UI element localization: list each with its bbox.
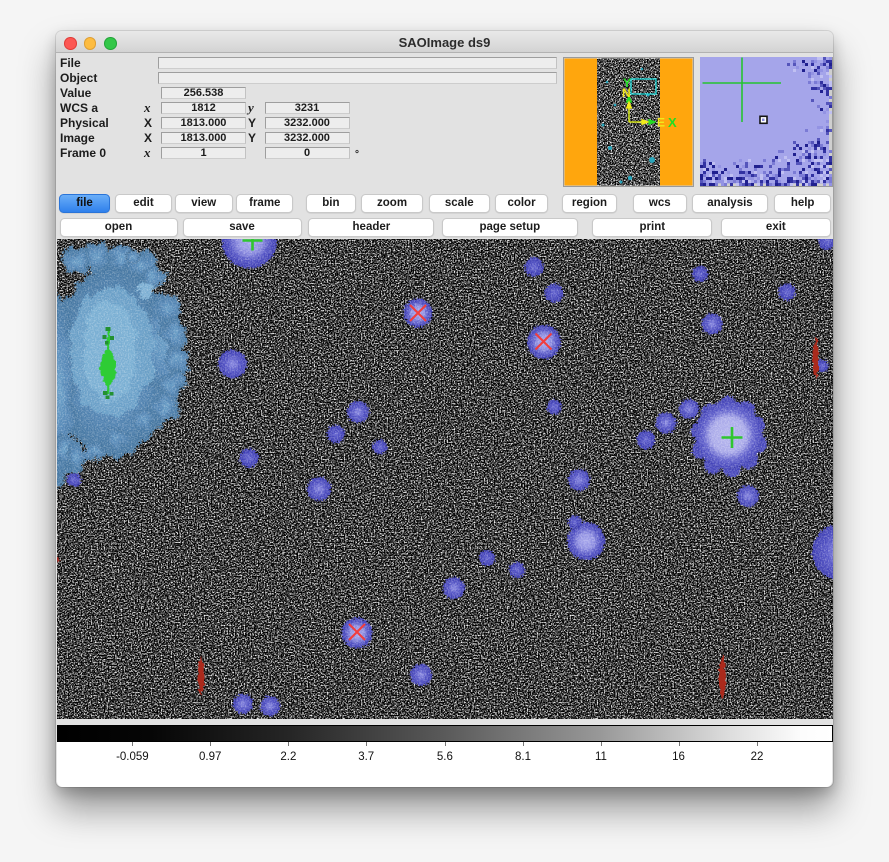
svg-text:X: X xyxy=(668,115,677,130)
svg-text:N: N xyxy=(622,86,631,100)
svg-text:E: E xyxy=(657,116,665,130)
